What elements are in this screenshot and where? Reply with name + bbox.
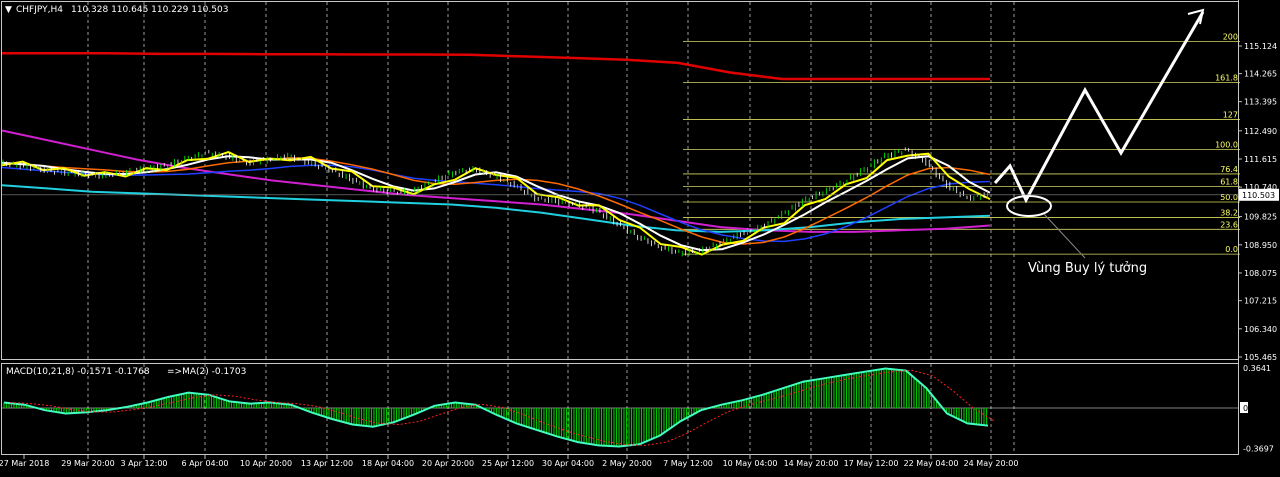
fib-level-label: 0.0 bbox=[1225, 245, 1238, 254]
time-tick-label: 14 May 20:00 bbox=[784, 459, 839, 468]
macd-title: MACD(10,21,8) -0.1571 -0.1768 bbox=[6, 367, 150, 377]
chart-window[interactable]: 0.0 23.6 38.2 50.0 61.8 76.4 100.0 127 161.8 200 … bbox=[0, 0, 1280, 473]
fib-level-label: 100.0 bbox=[1215, 140, 1238, 149]
fib-level-label: 200 bbox=[1223, 33, 1238, 42]
buy-zone-label: Vùng Buy lý tưởng bbox=[1028, 261, 1147, 276]
time-tick-label: 7 May 12:00 bbox=[663, 459, 713, 468]
symbol-dropdown-icon[interactable]: ▼ bbox=[5, 5, 12, 15]
chart-ohlc: 110.328 110.645 110.229 110.503 bbox=[71, 5, 228, 15]
time-tick-label: 18 Apr 04:00 bbox=[362, 459, 414, 468]
time-tick-label: 17 May 12:00 bbox=[844, 459, 899, 468]
macd-tick-label: 0.3641 bbox=[1243, 364, 1271, 373]
macd-tick-label: 0.00 bbox=[1243, 404, 1261, 413]
current-price-label: 110.503 bbox=[1242, 191, 1275, 200]
fib-level-label: 127 bbox=[1223, 111, 1238, 120]
time-tick-label: 29 Mar 20:00 bbox=[61, 459, 114, 468]
time-tick-label: 3 Apr 12:00 bbox=[120, 459, 167, 468]
chart-symbol: CHFJPY,H4 bbox=[16, 5, 63, 15]
price-tick-label: 113.395 bbox=[1244, 98, 1277, 107]
time-tick-label: 10 May 04:00 bbox=[723, 459, 778, 468]
macd-signal-readout: =>MA(2) -0.1703 bbox=[167, 367, 246, 377]
fib-level-label: 61.8 bbox=[1220, 178, 1238, 187]
fib-level-label: 76.4 bbox=[1220, 165, 1238, 174]
price-tick-label: 114.265 bbox=[1244, 70, 1277, 79]
time-tick-label: 22 May 04:00 bbox=[904, 459, 959, 468]
price-tick-label: 105.465 bbox=[1244, 353, 1277, 362]
fib-level-label: 38.2 bbox=[1220, 208, 1238, 217]
price-tick-label: 115.124 bbox=[1244, 42, 1277, 51]
time-tick-label: 30 Apr 04:00 bbox=[542, 459, 594, 468]
time-tick-label: 24 May 20:00 bbox=[964, 459, 1019, 468]
time-tick-label: 10 Apr 20:00 bbox=[240, 459, 292, 468]
time-tick-label: 25 Apr 12:00 bbox=[482, 459, 534, 468]
price-tick-label: 108.075 bbox=[1244, 269, 1277, 278]
time-tick-label: 20 Apr 20:00 bbox=[422, 459, 474, 468]
price-tick-label: 112.490 bbox=[1244, 127, 1277, 136]
fib-level-label: 161.8 bbox=[1215, 74, 1238, 83]
price-tick-label: 108.950 bbox=[1244, 241, 1277, 250]
price-tick-label: 109.825 bbox=[1244, 213, 1277, 222]
time-tick-label: 6 Apr 04:00 bbox=[181, 459, 228, 468]
price-tick-label: 106.340 bbox=[1244, 325, 1277, 334]
fib-level-label: 50.0 bbox=[1220, 193, 1238, 202]
fib-level-label: 23.6 bbox=[1220, 220, 1238, 229]
price-tick-label: 111.615 bbox=[1244, 155, 1277, 164]
time-tick-label: 2 May 20:00 bbox=[602, 459, 652, 468]
time-tick-label: 13 Apr 12:00 bbox=[301, 459, 353, 468]
macd-tick-label: -0.3697 bbox=[1243, 445, 1274, 454]
price-tick-label: 107.215 bbox=[1244, 297, 1277, 306]
price-chart[interactable]: 0.023.638.250.061.876.4100.0127161.8200 … bbox=[0, 0, 1280, 473]
time-tick-label: 27 Mar 2018 bbox=[0, 459, 49, 468]
